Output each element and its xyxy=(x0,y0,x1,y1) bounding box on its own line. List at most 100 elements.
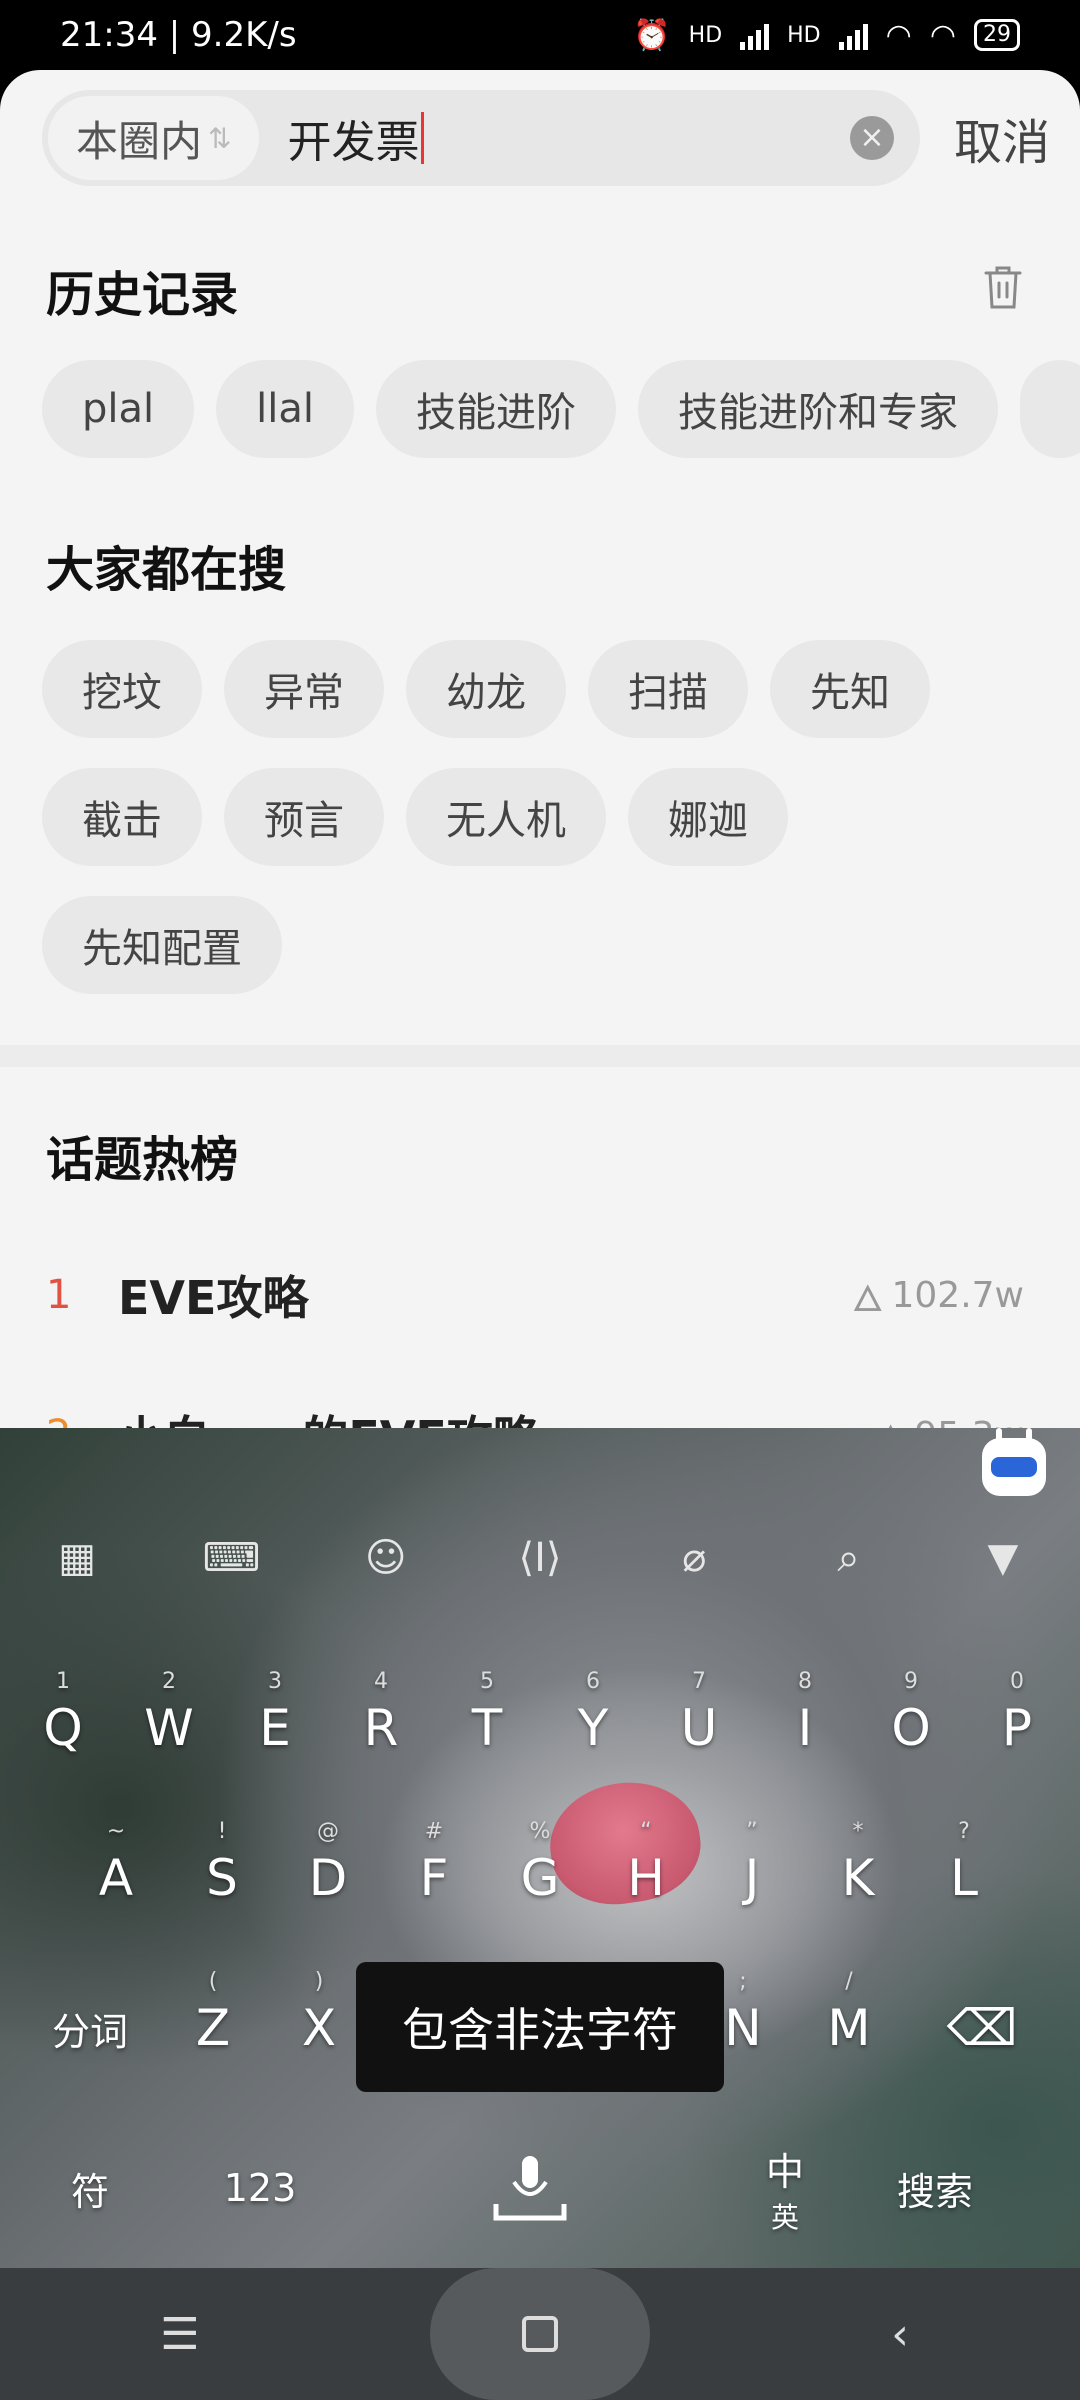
lang-zh: 中 xyxy=(765,2149,804,2194)
key-m[interactable]: / M xyxy=(796,1963,902,2093)
key-o[interactable]: 9O xyxy=(858,1663,964,1793)
status-time-speed: 21:34 | 9.2K/s xyxy=(60,15,297,55)
key-z[interactable]: (Z xyxy=(160,1963,266,2093)
search-query-text: 开发票 xyxy=(287,117,420,168)
scope-label: 本圈内 xyxy=(76,116,203,166)
collapse-keyboard-icon[interactable]: ▼ xyxy=(963,1518,1043,1598)
topic-row[interactable]: 1 EVE攻略 🜂 102.7w xyxy=(46,1255,1024,1335)
emoji-icon[interactable]: ☺ xyxy=(346,1518,426,1598)
key-l[interactable]: ? L xyxy=(911,1813,1017,1943)
topic-title: 小白eve的EVE攻略 xyxy=(118,1402,875,1430)
text-cursor-icon[interactable]: ⟨I⟩ xyxy=(500,1518,580,1598)
clipboard-icon[interactable]: ⌀ xyxy=(654,1518,734,1598)
net-label-2: HD xyxy=(787,22,821,48)
search-key[interactable]: 搜索 xyxy=(850,2123,1020,2253)
popular-chip[interactable]: 幼龙 xyxy=(406,640,566,738)
key-row-1: 1Q 2W 3E 4R 5T 6Y 7U 8I 9O 0P xyxy=(0,1663,1080,1793)
topic-rank: 1 xyxy=(46,1272,72,1318)
search-box[interactable]: 本圈内 ⇅ 开发票 × xyxy=(42,90,920,186)
space-mic-key[interactable] xyxy=(340,2123,720,2253)
topic-heat-value: 102.7w xyxy=(891,1274,1024,1316)
key-h[interactable]: “H xyxy=(593,1813,699,1943)
popular-chip[interactable]: 挖坟 xyxy=(42,640,202,738)
key-segment[interactable]: 分词 xyxy=(20,1963,160,2093)
net-label-1: HD xyxy=(688,22,723,48)
key-u[interactable]: 7U xyxy=(646,1663,752,1793)
key-symbols[interactable]: 符 xyxy=(0,2123,180,2253)
popular-chip[interactable]: 无人机 xyxy=(406,768,606,866)
status-icons: ⏰ HD HD ◠ ◠ 29 xyxy=(633,18,1020,53)
key-t[interactable]: 5T xyxy=(434,1663,540,1793)
history-chip[interactable]: 技能进阶和专家 xyxy=(638,360,998,458)
flame-icon: 🜂 xyxy=(852,1279,884,1320)
wifi-icon: ◠ xyxy=(885,17,912,53)
popular-chip[interactable]: 先知 xyxy=(770,640,930,738)
keyboard-layout-icon[interactable]: ⌨ xyxy=(191,1518,271,1598)
back-icon[interactable]: ‹ xyxy=(790,2268,1010,2400)
clear-icon[interactable]: × xyxy=(850,116,894,160)
key-p[interactable]: 0P xyxy=(964,1663,1070,1793)
key-d[interactable]: @ D xyxy=(275,1813,381,1943)
popular-chip[interactable]: 预言 xyxy=(224,768,384,866)
wifi-icon-2: ◠ xyxy=(929,17,956,53)
language-toggle[interactable]: 中 英 xyxy=(720,2123,850,2253)
key-r[interactable]: 4R xyxy=(328,1663,434,1793)
key-e[interactable]: 3E xyxy=(222,1663,328,1793)
topic-row[interactable]: 2 小白eve的EVE攻略 🜂 95.3w xyxy=(46,1395,1024,1430)
illegal-char-toast: 包含非法字符 xyxy=(356,1962,724,2092)
history-chip[interactable]: 技能进阶 xyxy=(376,360,616,458)
backspace-icon[interactable]: ⌫ xyxy=(902,1963,1062,2093)
search-sheet: 本圈内 ⇅ 开发票 × 取消 历史记录 plal llal 技能进阶 技能进阶和… xyxy=(0,70,1080,1430)
topic-title: EVE攻略 xyxy=(118,1271,309,1325)
key-row-2: ~ A ! S @ D # F % G “H ” J * K ? L xyxy=(0,1813,1080,1943)
navigation-bar: ☰ ‹ xyxy=(0,2268,1080,2400)
history-chip[interactable]: plal xyxy=(42,360,195,458)
popular-chip[interactable]: 异常 xyxy=(224,640,384,738)
search-icon[interactable]: ⌕ xyxy=(809,1518,889,1598)
key-g[interactable]: % G xyxy=(487,1813,593,1943)
text-caret xyxy=(421,112,425,164)
battery-indicator: 29 xyxy=(974,19,1020,51)
history-title: 历史记录 xyxy=(46,267,239,323)
history-chip[interactable]: llal xyxy=(216,360,354,458)
search-input[interactable]: 开发票 xyxy=(287,106,425,170)
home-button[interactable] xyxy=(430,2268,650,2400)
keyboard-toolbar: ▦ ⌨ ☺ ⟨I⟩ ⌀ ⌕ ▼ xyxy=(0,1518,1080,1598)
status-bar: 21:34 | 9.2K/s ⏰ HD HD ◠ ◠ 29 xyxy=(0,0,1080,70)
popular-chip[interactable]: 娜迦 xyxy=(628,768,788,866)
section-divider xyxy=(0,1045,1080,1067)
topic-heat: 🜂 95.3w xyxy=(875,1398,1024,1431)
key-s[interactable]: ! S xyxy=(169,1813,275,1943)
signal-icon-1 xyxy=(740,20,770,50)
apps-grid-icon[interactable]: ▦ xyxy=(37,1518,117,1598)
lang-en: 英 xyxy=(770,2200,799,2234)
scope-toggle-icon: ⇅ xyxy=(208,121,232,155)
keyboard: ▦ ⌨ ☺ ⟨I⟩ ⌀ ⌕ ▼ 1Q 2W 3E 4R 5T 6Y 7U 8I … xyxy=(0,1428,1080,2268)
key-a[interactable]: ~ A xyxy=(63,1813,169,1943)
key-numbers[interactable]: 123 xyxy=(180,2123,340,2253)
trash-icon[interactable] xyxy=(982,263,1024,311)
history-chip-overflow[interactable] xyxy=(1020,360,1080,458)
popular-chip[interactable]: 扫描 xyxy=(588,640,748,738)
key-k[interactable]: * K xyxy=(805,1813,911,1943)
cancel-button[interactable]: 取消 xyxy=(920,103,1050,173)
key-y[interactable]: 6Y xyxy=(540,1663,646,1793)
assistant-robot-icon[interactable] xyxy=(982,1428,1046,1496)
scope-selector[interactable]: 本圈内 ⇅ xyxy=(48,96,260,180)
popular-chips: 挖坟 异常 幼龙 扫描 先知 截击 预言 无人机 娜迦 先知配置 xyxy=(42,640,982,994)
flame-icon: 🜂 xyxy=(875,1398,906,1430)
key-j[interactable]: ” J xyxy=(699,1813,805,1943)
popular-chip[interactable]: 先知配置 xyxy=(42,896,282,994)
key-q[interactable]: 1Q xyxy=(10,1663,116,1793)
key-f[interactable]: # F xyxy=(381,1813,487,1943)
signal-icon-2 xyxy=(838,20,868,50)
key-w[interactable]: 2W xyxy=(116,1663,222,1793)
popular-chip[interactable]: 截击 xyxy=(42,768,202,866)
topic-heat: 🜂 102.7w xyxy=(852,1258,1024,1332)
history-chips: plal llal 技能进阶 技能进阶和专家 xyxy=(42,360,1080,458)
microphone-icon xyxy=(493,2156,567,2221)
key-row-4: 符 123 中 英 搜索 xyxy=(0,2123,1080,2253)
key-i[interactable]: 8I xyxy=(752,1663,858,1793)
menu-icon[interactable]: ☰ xyxy=(70,2268,290,2400)
popular-title: 大家都在搜 xyxy=(46,542,287,598)
